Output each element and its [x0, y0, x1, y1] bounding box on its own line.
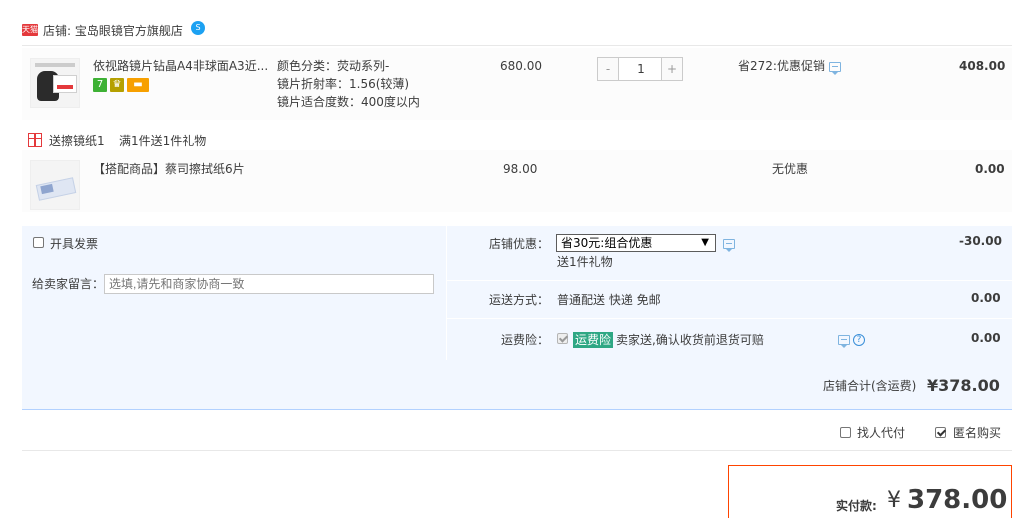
unit-price: 98.00 [503, 162, 538, 176]
item-discount: 省272:优惠促销 [738, 59, 825, 73]
shop-name[interactable]: 店铺: 宝岛眼镜官方旗舰店 [43, 24, 183, 38]
sku-degree: 镜片适合度数：400度以内 [277, 95, 420, 109]
shop-total-label: 店铺合计(含运费) [823, 379, 917, 393]
seller-message-input[interactable] [104, 274, 434, 294]
insurance-badge: 运费险 [573, 332, 614, 348]
message-label: 给卖家留言： [32, 277, 105, 291]
quantity-decrease-button[interactable]: - [598, 58, 619, 80]
item-discount: 无优惠 [772, 162, 809, 176]
divider [22, 45, 1012, 46]
service-tags: 7 ♛ ▬ [93, 78, 152, 92]
actual-payment-amount: 378.00 [907, 485, 1008, 515]
insurance-amount: 0.00 [971, 331, 1001, 345]
sku-color: 颜色分类：荧动系列- [277, 59, 390, 73]
discount-info-icon[interactable] [829, 62, 841, 75]
pay-for-me-label: 找人代付 [857, 426, 906, 440]
shipping-amount: 0.00 [971, 291, 1001, 305]
coupon-amount: -30.00 [959, 234, 1002, 248]
quantity-stepper: - 1 + [597, 57, 683, 81]
unit-price: 680.00 [500, 59, 542, 73]
product-title[interactable]: 依视路镜片钻晶A4非球面A3近... [93, 58, 268, 75]
insurance-checkbox [557, 333, 568, 344]
coupon-select[interactable]: 省30元:组合优惠 ▼ [556, 234, 716, 252]
product-title[interactable]: 【搭配商品】蔡司擦拭纸6片 [93, 161, 245, 178]
product-thumbnail[interactable] [30, 58, 80, 108]
shipping-label: 运送方式： [489, 293, 550, 307]
guarantee-icon[interactable]: ♛ [110, 78, 124, 92]
order-item-row [22, 150, 1012, 212]
chevron-down-icon: ▼ [701, 237, 709, 248]
product-thumbnail[interactable] [30, 160, 80, 210]
gift-name: 送擦镜纸1 [49, 134, 105, 148]
item-subtotal: 408.00 [959, 59, 1006, 73]
sku-refractive-index: 镜片折射率：1.56(较薄) [277, 77, 410, 91]
insurance-label: 运费险： [501, 333, 550, 347]
quantity-input[interactable]: 1 [620, 58, 662, 80]
coupon-info-icon[interactable] [723, 239, 735, 252]
actual-payment-label: 实付款: [836, 499, 877, 513]
pay-for-me-checkbox[interactable] [840, 427, 851, 438]
invoice-label: 开具发票 [50, 237, 99, 251]
shipping-method: 普通配送 快递 免邮 [557, 293, 661, 307]
currency-symbol: ¥ [887, 488, 901, 513]
insurance-description: 卖家送,确认收货前退货可赔 [616, 333, 764, 347]
wangwang-chat-icon[interactable]: S [191, 21, 205, 35]
seven-day-return-icon[interactable]: 7 [93, 78, 107, 92]
invoice-checkbox[interactable] [33, 237, 44, 248]
credit-card-icon[interactable]: ▬ [127, 78, 149, 92]
coupon-selected-value: 省30元:组合优惠 [561, 236, 653, 250]
coupon-label: 店铺优惠： [489, 237, 550, 251]
coupon-gift: 送1件礼物 [557, 255, 613, 269]
shop-total-amount: ¥378.00 [927, 376, 1000, 395]
help-icon[interactable]: ? [853, 334, 865, 346]
anonymous-label: 匿名购买 [953, 426, 1002, 440]
gift-rule: 满1件送1件礼物 [119, 134, 207, 148]
item-subtotal: 0.00 [975, 162, 1005, 176]
anonymous-checkbox[interactable] [935, 427, 946, 438]
insurance-info-icon[interactable] [838, 335, 850, 348]
divider [22, 450, 1012, 451]
gift-icon [28, 133, 42, 147]
tmall-badge: 天猫 [22, 24, 38, 36]
quantity-increase-button[interactable]: + [661, 58, 682, 80]
